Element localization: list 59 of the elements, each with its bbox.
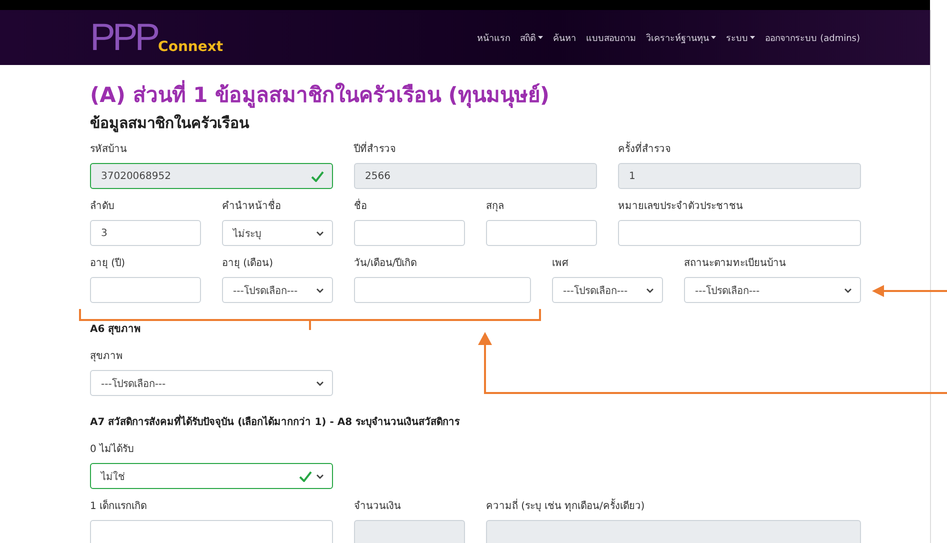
field-label: รหัสบ้าน xyxy=(90,143,128,156)
caret-icon xyxy=(538,36,544,39)
field-label: สุขภาพ xyxy=(90,350,124,363)
chevron-down-icon xyxy=(316,380,324,386)
select-field[interactable]: ---โปรดเลือก--- xyxy=(552,277,663,303)
chevron-down-icon xyxy=(316,230,324,236)
input-field[interactable] xyxy=(90,520,333,543)
nav-link[interactable]: ค้นหา xyxy=(553,30,576,44)
caret-icon xyxy=(750,36,756,39)
field-label: 0 ไม่ได้รับ xyxy=(90,443,135,456)
field-label: 1 เด็กแรกเกิด xyxy=(90,500,148,513)
field-label: สถานะตามทะเบียนบ้าน xyxy=(684,257,787,270)
caret-icon xyxy=(711,36,716,39)
input-field[interactable] xyxy=(354,220,465,246)
section-heading: A6 สุขภาพ xyxy=(90,323,142,336)
select-field[interactable]: ---โปรดเลือก--- xyxy=(90,370,333,396)
section-heading: A7 สวัสดิการสังคมที่ได้รับปัจจุบัน (เลือกได้มากกว่า 1) - A8 ระบุจำนวนเงินสวัสดิการ xyxy=(90,414,460,429)
select-field[interactable]: ไม่ระบุ xyxy=(222,220,333,246)
select-field[interactable]: ---โปรดเลือก--- xyxy=(222,277,333,303)
select-field[interactable]: ---โปรดเลือก--- xyxy=(684,277,861,303)
input-field[interactable] xyxy=(618,220,861,246)
check-icon xyxy=(311,170,324,182)
field-label: จำนวนเงิน xyxy=(354,500,402,513)
field-label: วัน/เดือน/ปีเกิด xyxy=(354,257,418,270)
field-label: ชื่อ xyxy=(354,200,465,213)
chevron-down-icon xyxy=(316,474,324,478)
input-field[interactable]: 2566 xyxy=(354,163,597,189)
check-icon xyxy=(299,470,312,482)
field-label: เพศ xyxy=(552,257,570,270)
input-field[interactable] xyxy=(354,277,531,303)
input-field[interactable]: 1 xyxy=(618,163,861,189)
chevron-down-icon xyxy=(646,288,654,292)
page-title: (A) ส่วนที่ 1 ข้อมูลสมาชิกในครัวเรือน (ทุนมนุษย์) xyxy=(90,81,862,109)
field-label: อายุ (เดือน) xyxy=(222,257,274,270)
nav-link[interactable]: ออกจากระบบ (admins) xyxy=(765,30,860,44)
field-label: หมายเลขประจำตัวประชาชน xyxy=(618,200,744,213)
input-field[interactable] xyxy=(486,520,861,543)
nav-link[interactable]: แบบสอบถาม xyxy=(586,30,636,44)
input-field[interactable] xyxy=(486,220,597,246)
input-field[interactable] xyxy=(90,277,201,303)
select-field[interactable]: ไม่ใช่ xyxy=(90,463,333,489)
field-label: คำนำหน้าชื่อ xyxy=(222,200,333,213)
input-field[interactable]: 3 xyxy=(90,220,201,246)
section-title: ข้อมูลสมาชิกในครัวเรือน xyxy=(90,113,250,134)
nav-link[interactable]: สถิติ xyxy=(520,30,544,44)
field-label: ลำดับ xyxy=(90,200,115,213)
nav-link[interactable]: วิเคราะห์ฐานทุน xyxy=(646,30,716,44)
input-field[interactable] xyxy=(354,520,465,543)
nav-link[interactable]: หน้าแรก xyxy=(477,30,510,44)
chevron-down-icon xyxy=(316,288,324,292)
field-label: ปีที่สำรวจ xyxy=(354,143,597,156)
field-label: ความถี่ (ระบุ เช่น ทุกเดือน/ครั้งเดียว) xyxy=(486,500,861,513)
field-label: อายุ (ปี) xyxy=(90,257,126,270)
chevron-down-icon xyxy=(844,288,852,292)
field-label: ครั้งที่สำรวจ xyxy=(618,143,861,156)
logo[interactable]: PPPConnext xyxy=(90,18,478,56)
input-field[interactable]: 37020068952 xyxy=(90,163,333,189)
nav-link[interactable]: ระบบ xyxy=(726,30,756,44)
field-label: สกุล xyxy=(486,200,505,213)
